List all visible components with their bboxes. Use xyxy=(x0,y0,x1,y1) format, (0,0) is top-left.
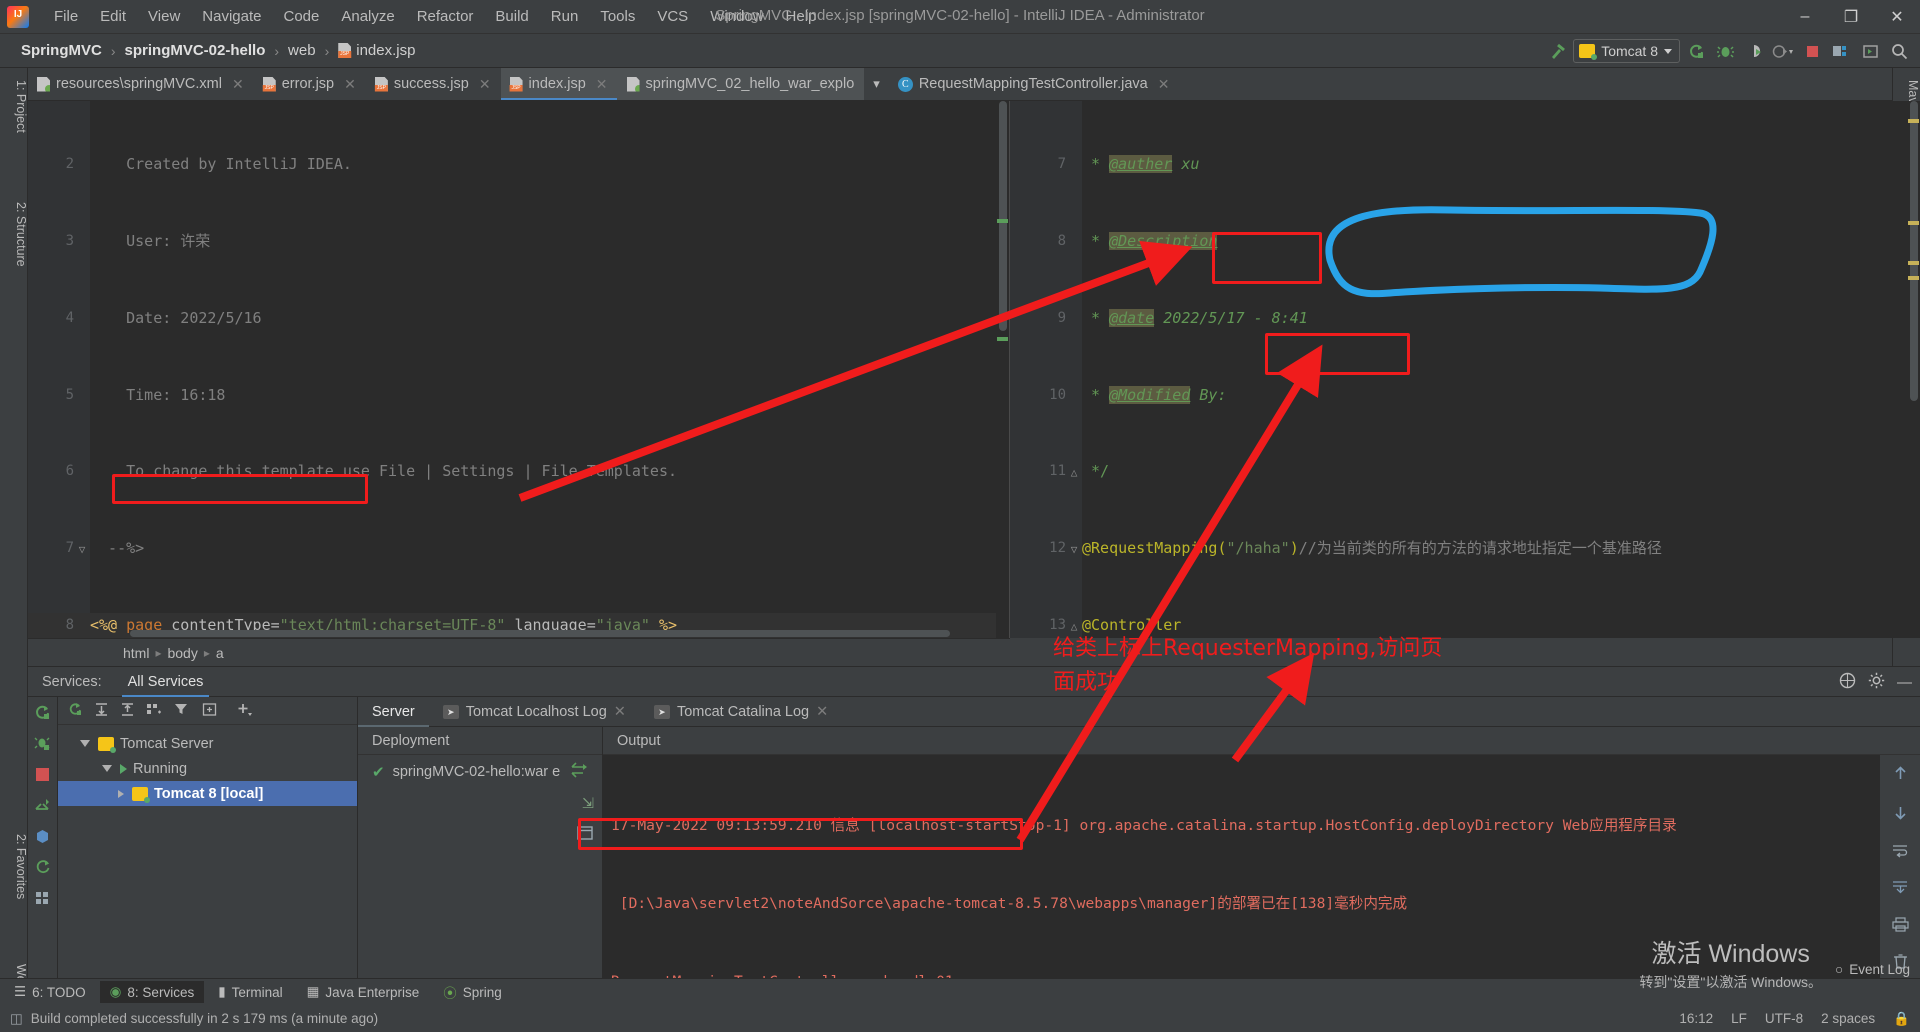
annotation-arrow-handle01 xyxy=(1016,344,1323,843)
annotation-overlay xyxy=(518,206,1717,843)
annotation-box-href-haha xyxy=(112,474,368,504)
annotation-blue-circle xyxy=(1325,206,1717,298)
annotation-box-console-handle01 xyxy=(578,818,1023,850)
annotation-box-requestmapping-handle01 xyxy=(1265,333,1410,375)
annotation-box-requestmapping-haha xyxy=(1212,232,1322,284)
annotation-note-text: 给类上标上RequesterMapping,访问页 面成功 xyxy=(1053,636,1443,695)
annotation-arrow-haha xyxy=(518,240,1193,502)
